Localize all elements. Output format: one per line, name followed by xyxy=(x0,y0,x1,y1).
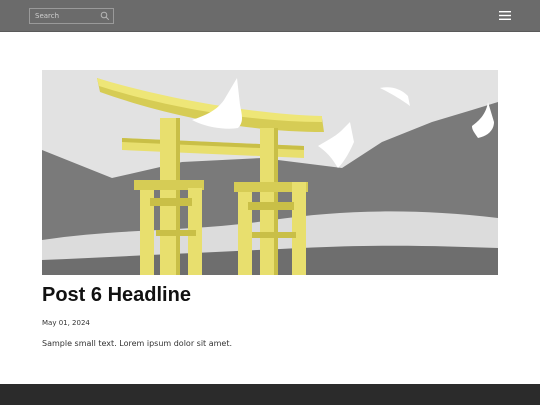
post-excerpt: Sample small text. Lorem ipsum dolor sit… xyxy=(42,339,233,348)
page-footer xyxy=(0,384,540,405)
torii-gate-illustration xyxy=(42,70,498,275)
hamburger-menu-icon[interactable] xyxy=(499,10,511,21)
search-box[interactable] xyxy=(29,8,114,24)
post-date: May 01, 2024 xyxy=(42,319,90,327)
top-navigation-bar xyxy=(0,0,540,32)
post-headline[interactable]: Post 6 Headline xyxy=(42,283,498,307)
search-input[interactable] xyxy=(30,9,100,23)
post-featured-image[interactable] xyxy=(42,70,498,275)
search-icon[interactable] xyxy=(100,11,110,21)
